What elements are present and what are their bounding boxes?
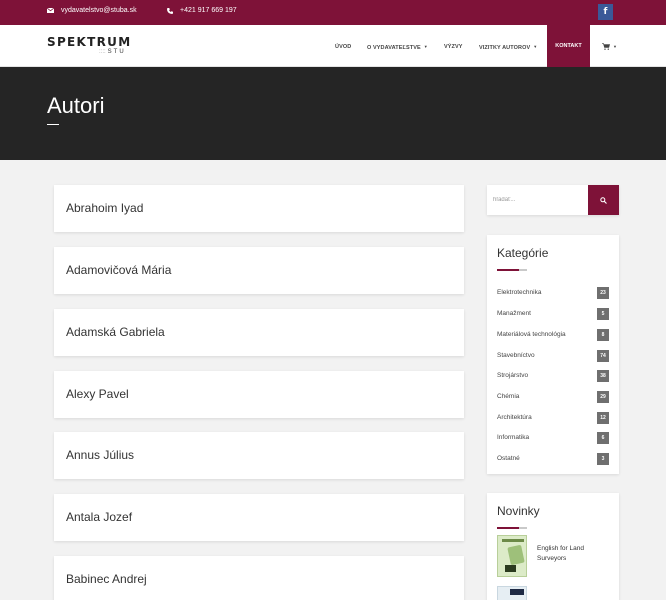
news-title: Novinky — [497, 504, 540, 518]
category-label: Ostatné — [497, 455, 520, 462]
nav-uvod[interactable]: ÚVOD — [335, 44, 351, 50]
cart-button[interactable]: ▼ — [602, 43, 617, 50]
book-cover-label — [502, 539, 524, 542]
phone-icon — [167, 7, 173, 14]
category-item[interactable]: Informatika 6 — [497, 432, 609, 444]
chevron-down-icon: ▼ — [423, 44, 428, 49]
category-item[interactable]: Chémia 29 — [497, 391, 609, 403]
title-underline — [47, 124, 59, 125]
category-item[interactable]: Architektúra 12 — [497, 412, 609, 424]
category-label: Materiálová technológia — [497, 331, 566, 338]
phone-contact[interactable]: +421 917 669 197 — [167, 7, 237, 14]
author-card[interactable]: Babinec Andrej — [54, 556, 464, 600]
category-label: Stavebníctvo — [497, 352, 535, 359]
top-bar: vydavatelstvo@stuba.sk +421 917 669 197 … — [0, 0, 666, 25]
search-input[interactable] — [487, 185, 588, 215]
category-item[interactable]: Strojárstvo 38 — [497, 370, 609, 382]
page-hero: Autori — [0, 67, 666, 160]
category-item[interactable]: Manažment 5 — [497, 308, 609, 320]
categories-widget: Kategórie Elektrotechnika 23 Manažment 5 M… — [487, 235, 619, 474]
cart-icon — [602, 43, 610, 50]
book-cover-image[interactable] — [497, 586, 527, 600]
book-cover-art — [510, 589, 524, 595]
author-card[interactable]: Adamovičová Mária — [54, 247, 464, 294]
nav-o-vydavatelstve-label: O VYDAVATEĽSTVE — [367, 45, 421, 51]
category-count-badge: 8 — [597, 329, 609, 341]
category-label: Chémia — [497, 393, 520, 400]
author-name: Annus Július — [66, 448, 135, 462]
category-count-badge: 5 — [597, 308, 609, 320]
facebook-icon[interactable]: f — [598, 4, 613, 20]
category-count-badge: 74 — [597, 350, 609, 362]
author-name: Alexy Pavel — [66, 387, 129, 401]
author-card[interactable]: Alexy Pavel — [54, 371, 464, 418]
author-name: Babinec Andrej — [66, 572, 147, 586]
author-name: Adamovičová Mária — [66, 263, 172, 277]
category-count-badge: 29 — [597, 391, 609, 403]
categories-title: Kategórie — [497, 246, 549, 260]
title-underline — [497, 527, 527, 529]
search-icon — [600, 196, 607, 204]
author-card[interactable]: Abrahoim Iyad — [54, 185, 464, 232]
category-label: Strojárstvo — [497, 372, 529, 379]
search-box — [487, 185, 619, 215]
category-item[interactable]: Materiálová technológia 8 — [497, 329, 609, 341]
nav-uvod-label: ÚVOD — [335, 44, 352, 50]
category-label: Informatika — [497, 434, 530, 441]
category-item[interactable]: Elektrotechnika 23 — [497, 287, 609, 299]
phone-text: +421 917 669 197 — [180, 7, 237, 14]
category-item[interactable]: Ostatné 3 — [497, 453, 609, 465]
nav-o-vydavatelstve[interactable]: O VYDAVATEĽSTVE ▼ — [367, 44, 428, 51]
email-text: vydavatelstvo@stuba.sk — [61, 7, 137, 14]
author-name: Antala Jozef — [66, 510, 133, 524]
category-label: Elektrotechnika — [497, 289, 542, 296]
news-item-title[interactable]: English for Land Surveyors — [537, 544, 605, 564]
email-contact[interactable]: vydavatelstvo@stuba.sk — [47, 7, 137, 14]
search-button[interactable] — [588, 185, 619, 215]
category-item[interactable]: Stavebníctvo 74 — [497, 350, 609, 362]
author-name: Adamská Gabriela — [66, 325, 165, 339]
book-cover-art — [507, 544, 525, 566]
category-count-badge: 3 — [597, 453, 609, 465]
title-underline — [497, 269, 527, 271]
logo-dots: :::: — [99, 49, 106, 55]
logo-wordmark: SPEKTRUM — [47, 35, 132, 49]
nav-kontakt[interactable]: KONTAKT — [547, 25, 590, 67]
chevron-down-icon: ▼ — [613, 44, 617, 49]
category-label: Architektúra — [497, 414, 532, 421]
author-card[interactable]: Adamská Gabriela — [54, 309, 464, 356]
page-title: Autori — [47, 93, 105, 118]
nav-vizitky-autorov-label: VIZITKY AUTOROV — [479, 45, 531, 51]
news-widget: Novinky English for Land Surveyors — [487, 493, 619, 600]
logo[interactable]: SPEKTRUM :::: STU — [47, 35, 132, 56]
category-label: Manažment — [497, 310, 531, 317]
book-cover-image[interactable] — [497, 535, 527, 577]
envelope-icon — [47, 8, 54, 13]
category-count-badge: 12 — [597, 412, 609, 424]
nav-vyzvy-label: VÝZVY — [444, 44, 463, 50]
nav-vizitky-autorov[interactable]: VIZITKY AUTOROV ▼ — [479, 44, 537, 51]
author-card[interactable]: Annus Július — [54, 432, 464, 479]
logo-subtitle: :::: STU — [99, 49, 126, 55]
main-navbar: SPEKTRUM :::: STU ÚVOD O VYDAVATEĽSTVE ▼ V… — [0, 25, 666, 67]
nav-vyzvy[interactable]: VÝZVY — [444, 44, 463, 50]
logo-sub-text: STU — [107, 49, 126, 55]
category-count-badge: 23 — [597, 287, 609, 299]
author-card[interactable]: Antala Jozef — [54, 494, 464, 541]
book-cover-stamp — [505, 565, 516, 572]
category-count-badge: 6 — [597, 432, 609, 444]
chevron-down-icon: ▼ — [533, 44, 538, 49]
author-name: Abrahoim Iyad — [66, 201, 144, 215]
category-count-badge: 38 — [597, 370, 609, 382]
